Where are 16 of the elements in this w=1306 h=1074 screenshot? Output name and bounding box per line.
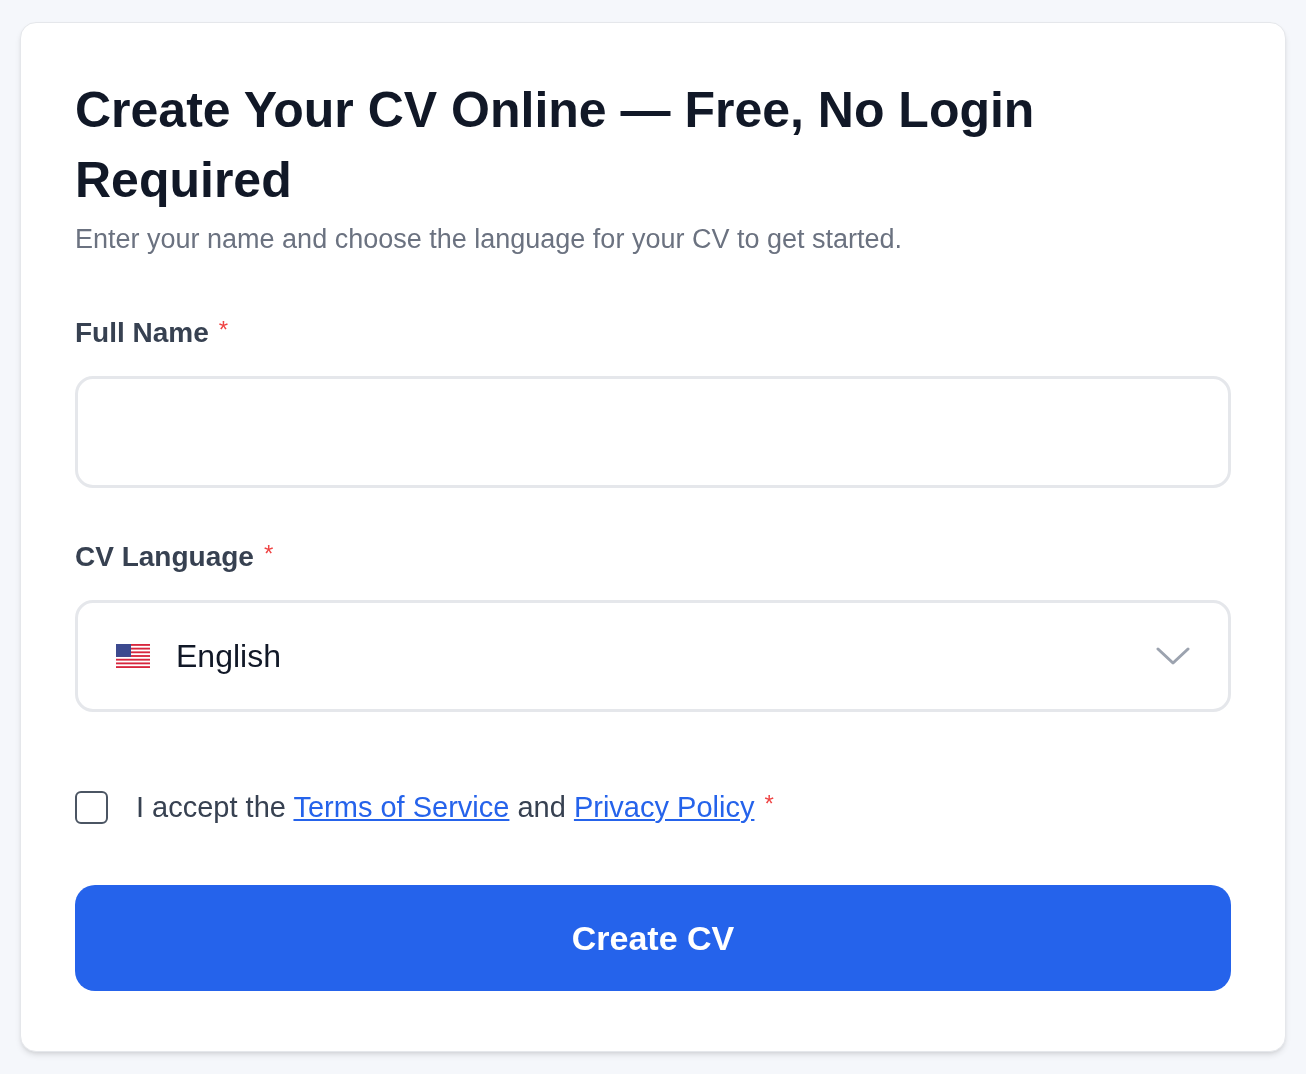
- policy-link[interactable]: Terms of Service: [293, 790, 510, 823]
- subtitle: Enter your name and choose the language for your CV to get started.: [75, 223, 903, 256]
- required-mark: *: [764, 788, 774, 819]
- terms-checkbox[interactable]: [75, 790, 108, 824]
- field-label: Full Name: [75, 315, 209, 350]
- flag-icon: [116, 643, 150, 668]
- required-mark: *: [263, 538, 274, 569]
- name-field[interactable]: [75, 375, 1231, 488]
- create-cv-button[interactable]: Create CV: [75, 885, 1231, 991]
- field-label: CV Language: [75, 539, 254, 574]
- terms-text: I accept the Terms of Service and Privacy Policy: [136, 789, 755, 825]
- policy-link[interactable]: Privacy Policy: [573, 790, 755, 823]
- required-mark: *: [218, 314, 229, 345]
- chevron-down-icon: [1156, 645, 1190, 666]
- page-title: Create Your CV Online — Free, No Login Required: [75, 81, 1036, 210]
- language-select[interactable]: English: [75, 599, 1231, 712]
